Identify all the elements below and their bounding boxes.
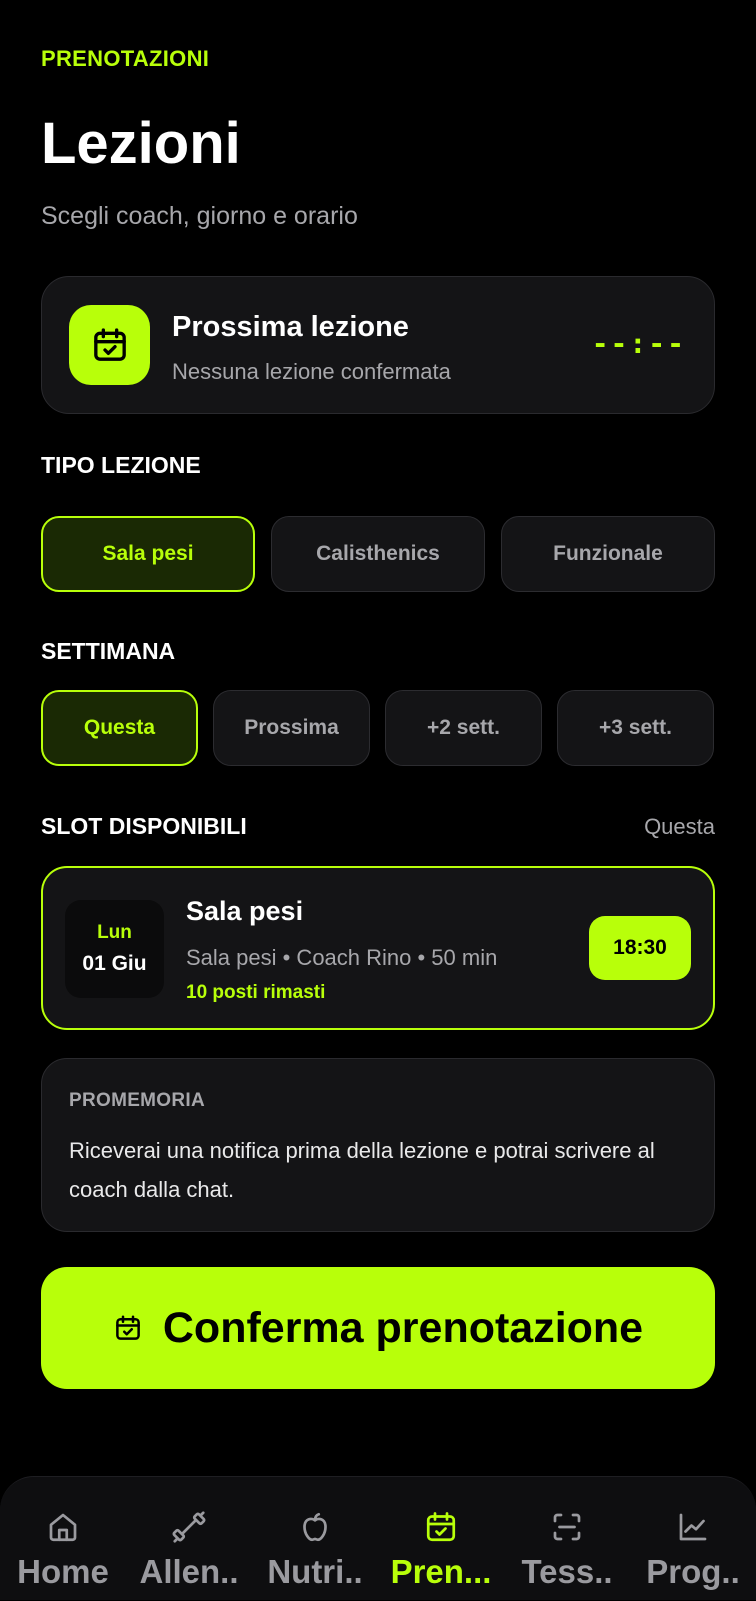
reminder-text: Riceverai una notifica prima della lezio… bbox=[69, 1138, 655, 1202]
tab-label: Nutri.. bbox=[267, 1553, 363, 1590]
slot-card[interactable]: Lun 01 Giu Sala pesi Sala pesi • Coach R… bbox=[41, 866, 715, 1030]
tab-membership[interactable]: Tess.. bbox=[504, 1477, 630, 1601]
next-lesson-card[interactable]: Prossima lezione Nessuna lezione conferm… bbox=[41, 276, 715, 414]
lesson-type-selector: Sala pesi Calisthenics Funzionale bbox=[41, 516, 715, 592]
bottom-tab-bar: Home Allen.. Nutri.. Pren... Tess.. Prog… bbox=[0, 1476, 756, 1600]
tab-workouts[interactable]: Allen.. bbox=[126, 1477, 252, 1601]
available-slots-label: SLOT DISPONIBILI bbox=[41, 813, 247, 839]
section-eyebrow: PRENOTAZIONI bbox=[41, 46, 210, 71]
slot-name: Sala pesi bbox=[186, 896, 304, 926]
slot-date: 01 Giu bbox=[82, 952, 147, 975]
page-subtitle: Scegli coach, giorno e orario bbox=[41, 202, 358, 230]
confirm-booking-button[interactable]: Conferma prenotazione bbox=[41, 1267, 715, 1389]
home-icon bbox=[45, 1507, 81, 1547]
week-this[interactable]: Questa bbox=[41, 690, 198, 766]
apple-icon bbox=[297, 1507, 333, 1547]
chart-line-icon bbox=[675, 1507, 711, 1547]
scan-icon bbox=[549, 1507, 585, 1547]
slots-week-filter: Questa bbox=[644, 814, 715, 839]
tab-label: Allen.. bbox=[139, 1553, 239, 1590]
confirm-booking-label: Conferma prenotazione bbox=[162, 1303, 644, 1352]
tab-home[interactable]: Home bbox=[0, 1477, 126, 1601]
calendar-check-icon bbox=[69, 305, 150, 385]
next-lesson-status: Nessuna lezione confermata bbox=[172, 359, 451, 384]
bookings-screen: PRENOTAZIONI Lezioni Scegli coach, giorn… bbox=[0, 0, 756, 1600]
page-title: Lezioni bbox=[41, 111, 241, 176]
week-selector: Questa Prossima +2 sett. +3 sett. bbox=[41, 690, 714, 766]
week-plus-2[interactable]: +2 sett. bbox=[385, 690, 542, 766]
slot-spots-left: 10 posti rimasti bbox=[186, 982, 326, 1003]
week-next[interactable]: Prossima bbox=[213, 690, 370, 766]
reminder-card: PROMEMORIA Riceverai una notifica prima … bbox=[41, 1058, 715, 1232]
lesson-type-sala-pesi[interactable]: Sala pesi bbox=[41, 516, 255, 592]
lesson-type-funzionale[interactable]: Funzionale bbox=[501, 516, 715, 592]
week-plus-3[interactable]: +3 sett. bbox=[557, 690, 714, 766]
tab-progress[interactable]: Prog.. bbox=[630, 1477, 756, 1601]
slot-day: Lun bbox=[97, 922, 132, 943]
tab-label: Home bbox=[17, 1553, 109, 1590]
lesson-type-calisthenics[interactable]: Calisthenics bbox=[271, 516, 485, 592]
next-lesson-time: --:-- bbox=[591, 327, 686, 360]
reminder-label: PROMEMORIA bbox=[69, 1090, 205, 1111]
slot-time-button[interactable]: 18:30 bbox=[589, 916, 691, 980]
calendar-check-icon bbox=[113, 1313, 143, 1343]
lesson-type-label: TIPO LEZIONE bbox=[41, 452, 201, 478]
tab-bookings[interactable]: Pren... bbox=[378, 1477, 504, 1601]
tab-nutrition[interactable]: Nutri.. bbox=[252, 1477, 378, 1601]
tab-label: Pren... bbox=[390, 1553, 492, 1590]
slot-date-badge: Lun 01 Giu bbox=[65, 900, 164, 998]
tab-label: Tess.. bbox=[521, 1553, 613, 1590]
slot-meta: Sala pesi • Coach Rino • 50 min bbox=[186, 945, 498, 970]
week-label: SETTIMANA bbox=[41, 638, 176, 664]
calendar-check-icon bbox=[423, 1507, 459, 1547]
dumbbell-icon bbox=[171, 1507, 207, 1547]
next-lesson-title: Prossima lezione bbox=[172, 311, 409, 343]
tab-label: Prog.. bbox=[646, 1553, 740, 1590]
